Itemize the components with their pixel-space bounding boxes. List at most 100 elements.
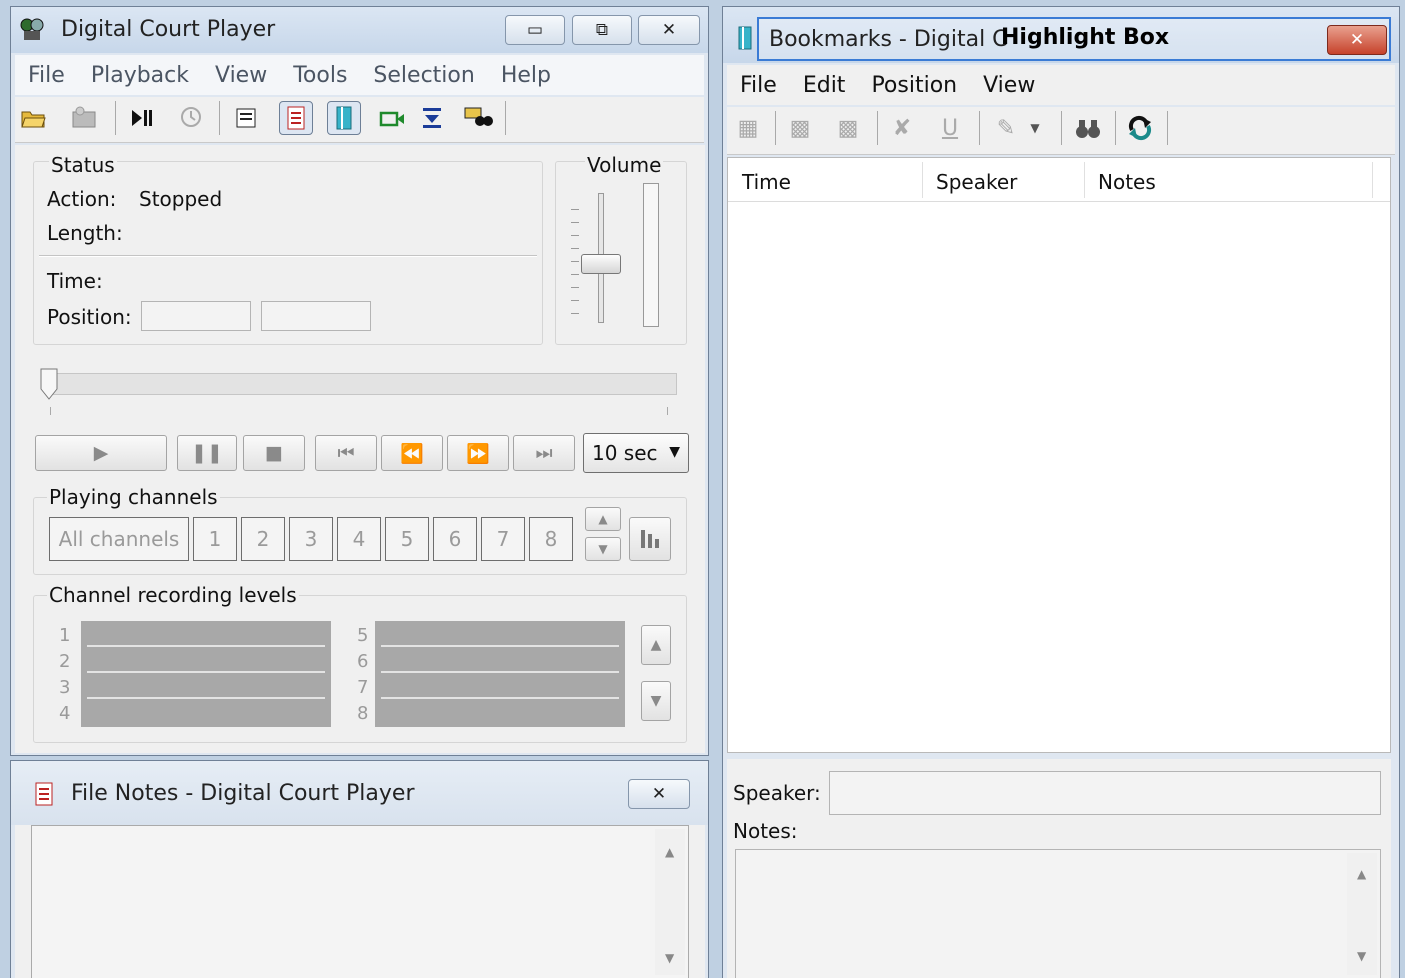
level-number: 1 [59,625,71,646]
channel-2-button[interactable]: 2 [241,517,285,561]
chevron-up-icon: ▲ [598,512,608,526]
channel-3-button[interactable]: 3 [289,517,333,561]
channel-levels-button[interactable] [629,517,671,561]
export-bookmark-icon[interactable]: ▩ [831,111,865,145]
bm-menu-view[interactable]: View [970,73,1048,98]
minimize-button[interactable]: ▭ [505,15,565,45]
underline-icon[interactable]: U [933,111,967,145]
play-button[interactable]: ▶ [35,435,167,471]
file-notes-body: ▲ ▼ [15,825,705,978]
column-divider [922,162,923,198]
level-number: 5 [357,625,369,646]
menu-help[interactable]: Help [488,63,564,88]
bm-menu-edit[interactable]: Edit [790,73,859,98]
time-label: Time: [47,269,103,293]
channel-7-button[interactable]: 7 [481,517,525,561]
fast-forward-icon: ⏩ [466,442,490,465]
pause-button[interactable]: ❚❚ [177,435,237,471]
rewind-icon: ⏪ [400,442,424,465]
position-end-field[interactable] [261,301,371,331]
stop-button[interactable]: ■ [243,435,305,471]
fast-forward-button[interactable]: ⏩ [447,435,509,471]
refresh-icon[interactable] [1123,111,1157,145]
file-notes-titlebar[interactable]: File Notes - Digital Court Player ✕ [11,761,708,825]
play-pause-icon[interactable] [125,101,159,135]
chevron-down-icon: ▼ [598,542,608,556]
bookmarks-toolbar: ▦ ▩ ▩ ✘ U ✎ ▼ [727,107,1395,155]
channel-1-button[interactable]: 1 [193,517,237,561]
open-folder-icon[interactable] [17,101,51,135]
channel-5-button[interactable]: 5 [385,517,429,561]
player-title: Digital Court Player [61,17,276,42]
channel-8-button[interactable]: 8 [529,517,573,561]
notes-scrollbar[interactable]: ▲ ▼ [1347,853,1377,975]
speaker-input[interactable] [829,771,1381,815]
history-icon[interactable] [173,101,207,135]
file-notes-icon[interactable] [279,101,313,135]
channel-6-button[interactable]: 6 [433,517,477,561]
seek-track[interactable] [47,373,677,395]
close-icon: ✕ [1349,30,1365,50]
bm-menu-file[interactable]: File [727,73,790,98]
bookmarks-window: Bookmarks - Digital C Highlight Box ✕ Fi… [722,6,1400,978]
properties-icon[interactable] [229,101,263,135]
record-disabled-icon[interactable] [67,101,101,135]
levels-down-button[interactable]: ▼ [641,681,671,721]
volume-slider-thumb[interactable] [581,253,621,274]
video-icon[interactable] [375,101,409,135]
channel-down-button[interactable]: ▼ [585,537,621,561]
chevron-down-icon: ▼ [669,444,680,460]
position-start-field[interactable] [141,301,251,331]
menu-playback[interactable]: Playback [78,63,202,88]
seek-thumb[interactable] [39,367,59,401]
column-speaker[interactable]: Speaker [936,170,1017,194]
level-number: 4 [59,703,71,724]
column-notes[interactable]: Notes [1098,170,1156,194]
channel-4-button[interactable]: 4 [337,517,381,561]
restore-button[interactable]: ⧉ [572,15,632,45]
player-titlebar[interactable]: Digital Court Player ▭ ⧉ ✕ [11,7,708,53]
level-bar [87,697,325,699]
highlight-dropdown-icon[interactable]: ▼ [1025,111,1045,145]
menu-view[interactable]: View [202,63,280,88]
menu-file[interactable]: File [15,63,78,88]
toolbar-separator [1115,111,1116,145]
import-bookmark-icon[interactable]: ▩ [783,111,817,145]
skip-end-button[interactable]: ⏭ [513,435,575,471]
menu-tools[interactable]: Tools [280,63,360,88]
notes-textarea[interactable] [735,849,1381,978]
level-number: 6 [357,651,369,672]
bookmarks-icon[interactable] [327,101,361,135]
levels-up-button[interactable]: ▲ [641,625,671,665]
delete-icon[interactable]: ✘ [885,111,919,145]
highlight-pen-icon[interactable]: ✎ [989,111,1023,145]
menu-selection[interactable]: Selection [360,63,487,88]
bm-menu-position[interactable]: Position [858,73,970,98]
file-notes-window: File Notes - Digital Court Player ✕ ▲ ▼ [10,760,709,978]
file-notes-scrollbar[interactable]: ▲ ▼ [655,829,685,975]
file-notes-textarea[interactable] [31,825,689,978]
level-number: 8 [357,703,369,724]
bookmarks-titlebar[interactable]: Bookmarks - Digital C Highlight Box ✕ [723,7,1399,63]
file-notes-close-button[interactable]: ✕ [628,779,690,809]
volume-label: Volume [585,153,664,177]
column-time[interactable]: Time [742,170,791,194]
search-icon[interactable] [461,101,495,135]
bookmarks-list[interactable]: Time Speaker Notes [727,157,1391,753]
new-bookmark-icon[interactable]: ▦ [731,111,765,145]
seek-tick-start [50,407,51,415]
all-channels-button[interactable]: All channels [49,517,189,561]
column-divider [1084,162,1085,198]
jump-interval-select[interactable]: 10 sec ▼ [583,433,689,473]
binoculars-icon[interactable] [1071,111,1105,145]
bookmarks-close-button[interactable]: ✕ [1327,25,1387,55]
rewind-button[interactable]: ⏪ [381,435,443,471]
levels-meter-5-8 [375,621,625,727]
download-icon[interactable] [415,101,449,135]
bookmarks-menubar: File Edit Position View [727,65,1395,105]
close-button[interactable]: ✕ [638,15,700,45]
skip-start-button[interactable]: ⏮ [315,435,377,471]
channel-up-button[interactable]: ▲ [585,507,621,531]
skip-start-icon: ⏮ [337,442,355,464]
play-icon: ▶ [93,442,109,464]
